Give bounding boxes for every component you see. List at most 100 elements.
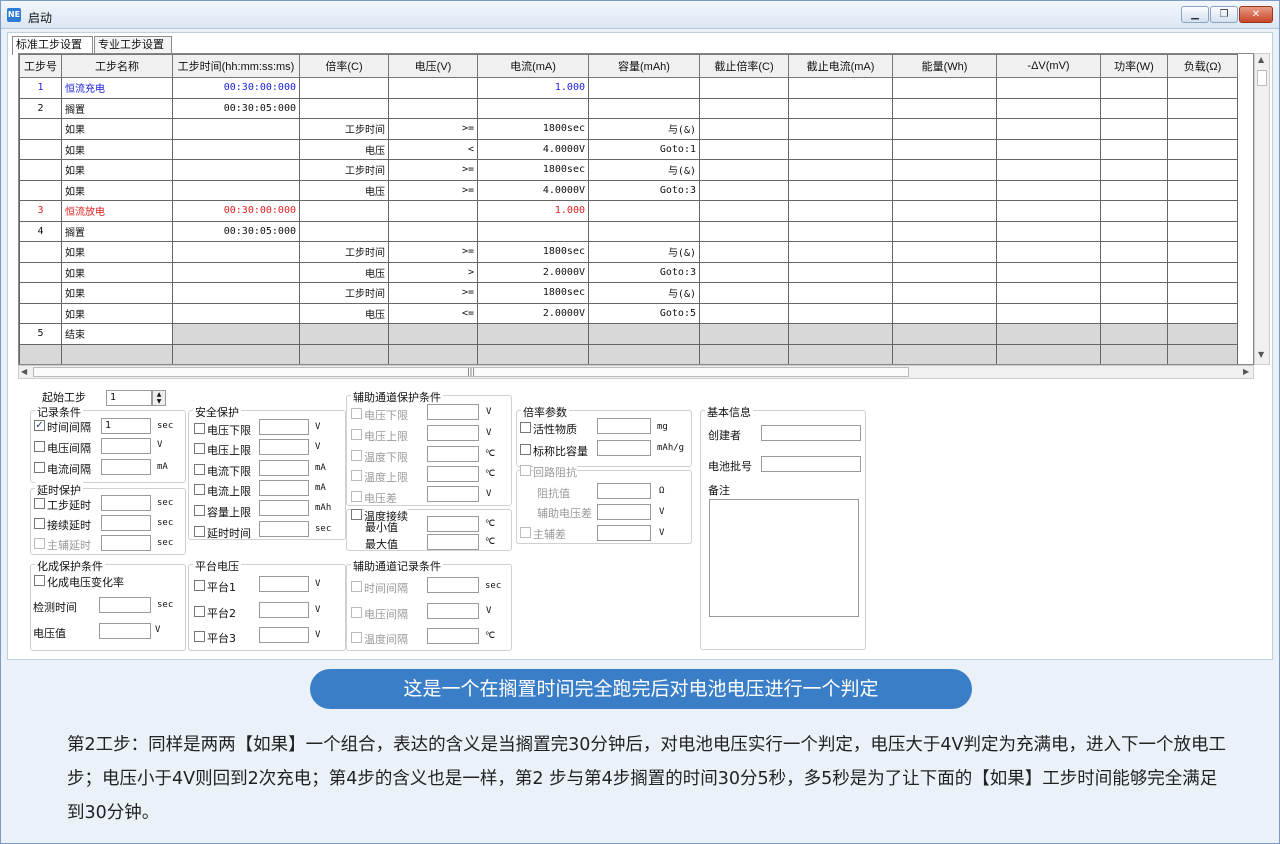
grid-cell[interactable]: 恒流放电 [61,200,173,222]
start-step-spinner[interactable]: ▲ ▼ [152,390,166,406]
grid-cell[interactable] [1167,179,1238,201]
grid-cell[interactable]: 结束 [61,323,173,345]
grid-cell[interactable]: > [388,261,478,283]
minimize-button[interactable]: ▁ [1181,6,1209,23]
grid-cell[interactable]: 4.0000V [477,138,589,160]
grid-cell[interactable]: 恒流充电 [61,77,173,99]
grid-cell[interactable] [172,261,300,283]
grid-cell[interactable] [388,200,478,222]
plateau2-checkbox[interactable] [194,606,205,617]
grid-cell[interactable] [19,138,62,160]
grid-cell[interactable] [892,159,997,181]
grid-cell[interactable]: >= [388,282,478,304]
detect-time-input[interactable] [99,597,151,613]
column-header[interactable]: 工步名称 [61,54,173,78]
grid-cell[interactable] [996,77,1101,99]
scroll-right-icon[interactable]: ▶ [1243,367,1249,376]
temp-cont-checkbox[interactable] [351,509,362,520]
grid-cell[interactable] [1167,138,1238,160]
grid-cell[interactable] [172,241,300,263]
grid-cell[interactable] [1100,77,1168,99]
grid-cell[interactable]: 如果 [61,302,173,324]
grid-cell[interactable] [1100,179,1168,201]
grid-cell[interactable] [892,220,997,242]
grid-cell[interactable]: 搁置 [61,97,173,119]
grid-cell[interactable]: 如果 [61,179,173,201]
aux-v-high-input[interactable] [427,425,479,441]
grid-cell[interactable] [19,118,62,140]
aux-t-high-input[interactable] [427,466,479,482]
grid-cell[interactable] [588,343,700,364]
grid-cell[interactable] [1167,261,1238,283]
horizontal-scroll-thumb[interactable]: ||| [33,367,909,377]
step-row[interactable]: 如果 工步时间 >= 1800sec 与(&) [19,282,1238,304]
grid-cell[interactable]: 与(&) [588,159,700,181]
grid-cell[interactable] [699,118,789,140]
grid-cell[interactable] [1167,323,1238,345]
grid-cell[interactable]: 与(&) [588,282,700,304]
cont-delay-input[interactable] [101,515,151,531]
column-header[interactable]: 电流(mA) [477,54,589,78]
grid-cell[interactable] [996,302,1101,324]
grid-cell[interactable] [1167,302,1238,324]
grid-cell[interactable] [388,97,478,119]
grid-cell[interactable] [892,97,997,119]
grid-cell[interactable]: 电压 [299,179,389,201]
grid-cell[interactable] [788,241,893,263]
delay-time-input[interactable] [259,521,309,537]
grid-cell[interactable] [1167,200,1238,222]
step-row[interactable]: 如果 工步时间 >= 1800sec 与(&) [19,118,1238,140]
grid-cell[interactable] [699,323,789,345]
main-aux-diff-checkbox[interactable] [520,527,531,538]
grid-cell[interactable] [388,323,478,345]
grid-cell[interactable] [1167,343,1238,364]
column-header[interactable]: 工步号 [19,54,62,78]
grid-cell[interactable] [1100,159,1168,181]
grid-cell[interactable] [588,323,700,345]
grid-cell[interactable] [788,302,893,324]
grid-cell[interactable]: 2 [19,97,62,119]
voltage-value-input[interactable] [99,623,151,639]
grid-cell[interactable] [788,138,893,160]
step-row[interactable]: 如果 电压 <= 2.0000V Goto:5 [19,302,1238,324]
step-row[interactable]: 如果 电压 <4.0000V Goto:1 [19,138,1238,160]
aux-v-diff-checkbox[interactable] [351,491,362,502]
grid-cell[interactable] [788,282,893,304]
grid-cell[interactable]: 如果 [61,282,173,304]
grid-cell[interactable] [172,323,300,345]
plateau1-checkbox[interactable] [194,580,205,591]
grid-cell[interactable] [299,97,389,119]
step-row[interactable]: 如果 工步时间 >= 1800sec 与(&) [19,159,1238,181]
grid-cell[interactable]: 2.0000V [477,261,589,283]
grid-cell[interactable]: 工步时间 [299,118,389,140]
grid-cell[interactable] [477,220,589,242]
grid-cell[interactable]: 电压 [299,261,389,283]
grid-cell[interactable] [788,200,893,222]
grid-cell[interactable] [172,282,300,304]
vertical-scroll-thumb[interactable] [1257,70,1267,86]
aux-v-diff-input[interactable] [427,486,479,502]
grid-cell[interactable] [172,159,300,181]
grid-cell[interactable]: 3 [19,200,62,222]
grid-cell[interactable]: 00:30:00:000 [172,200,300,222]
grid-cell[interactable]: 搁置 [61,220,173,242]
grid-cell[interactable] [892,77,997,99]
step-row[interactable]: 2 搁置 00:30:05:000 [19,97,1238,119]
scroll-up-icon[interactable]: ▲ [1258,55,1264,64]
grid-cell[interactable] [892,261,997,283]
aux-rec-voltage-checkbox[interactable] [351,607,362,618]
grid-cell[interactable] [19,261,62,283]
column-header[interactable]: 截止电流(mA) [788,54,893,78]
cont-delay-checkbox[interactable] [34,518,45,529]
grid-cell[interactable] [699,282,789,304]
voltage-interval-checkbox[interactable] [34,441,45,452]
nominal-capacity-checkbox[interactable] [520,444,531,455]
grid-cell[interactable] [996,323,1101,345]
grid-cell[interactable]: 4.0000V [477,179,589,201]
grid-cell[interactable] [699,77,789,99]
grid-cell[interactable] [172,343,300,364]
loop-impedance-checkbox[interactable] [520,465,531,476]
step-grid[interactable]: 工步号 工步名称 工步时间(hh:mm:ss:ms) 倍率(C) 电压(V) 电流(mA)… [18,53,1254,365]
grid-cell[interactable] [892,179,997,201]
grid-cell[interactable] [1100,343,1168,364]
